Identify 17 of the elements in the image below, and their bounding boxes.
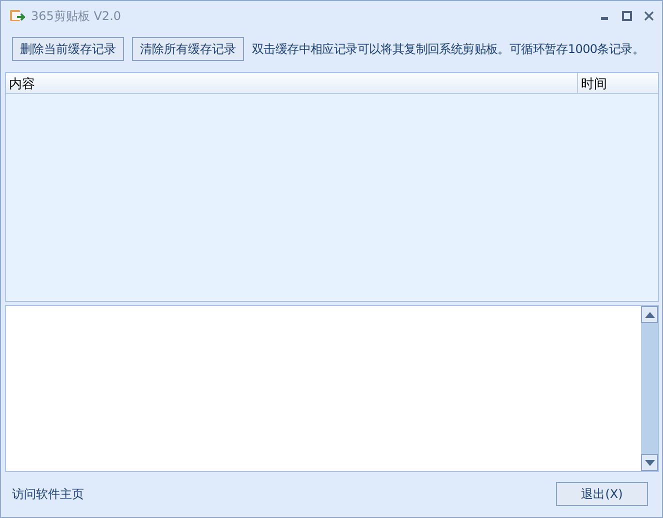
column-header[interactable]: 时间 — [578, 73, 658, 93]
toolbar-button[interactable]: 删除当前缓存记录 — [12, 37, 124, 61]
maximize-icon[interactable] — [622, 11, 632, 21]
record-list[interactable]: 内容 时间 — [5, 72, 659, 302]
homepage-link[interactable]: 访问软件主页 — [12, 486, 84, 502]
column-header[interactable]: 内容 — [6, 73, 578, 93]
exit-button[interactable]: 退出(X) — [556, 482, 648, 506]
scroll-up-button[interactable] — [641, 306, 658, 323]
window-title: 365剪贴板 V2.0 — [31, 8, 122, 24]
down-arrow-icon — [644, 460, 654, 466]
up-arrow-icon — [644, 312, 654, 318]
app-icon — [9, 9, 25, 23]
scrollbar[interactable] — [641, 306, 658, 471]
toolbar-button[interactable]: 清除所有缓存记录 — [132, 37, 244, 61]
hint-text: 双击缓存中相应记录可以将其复制回系统剪贴板。可循环暂存1000条记录。 — [252, 40, 644, 58]
scroll-down-button[interactable] — [641, 454, 658, 471]
close-icon[interactable] — [644, 11, 654, 21]
